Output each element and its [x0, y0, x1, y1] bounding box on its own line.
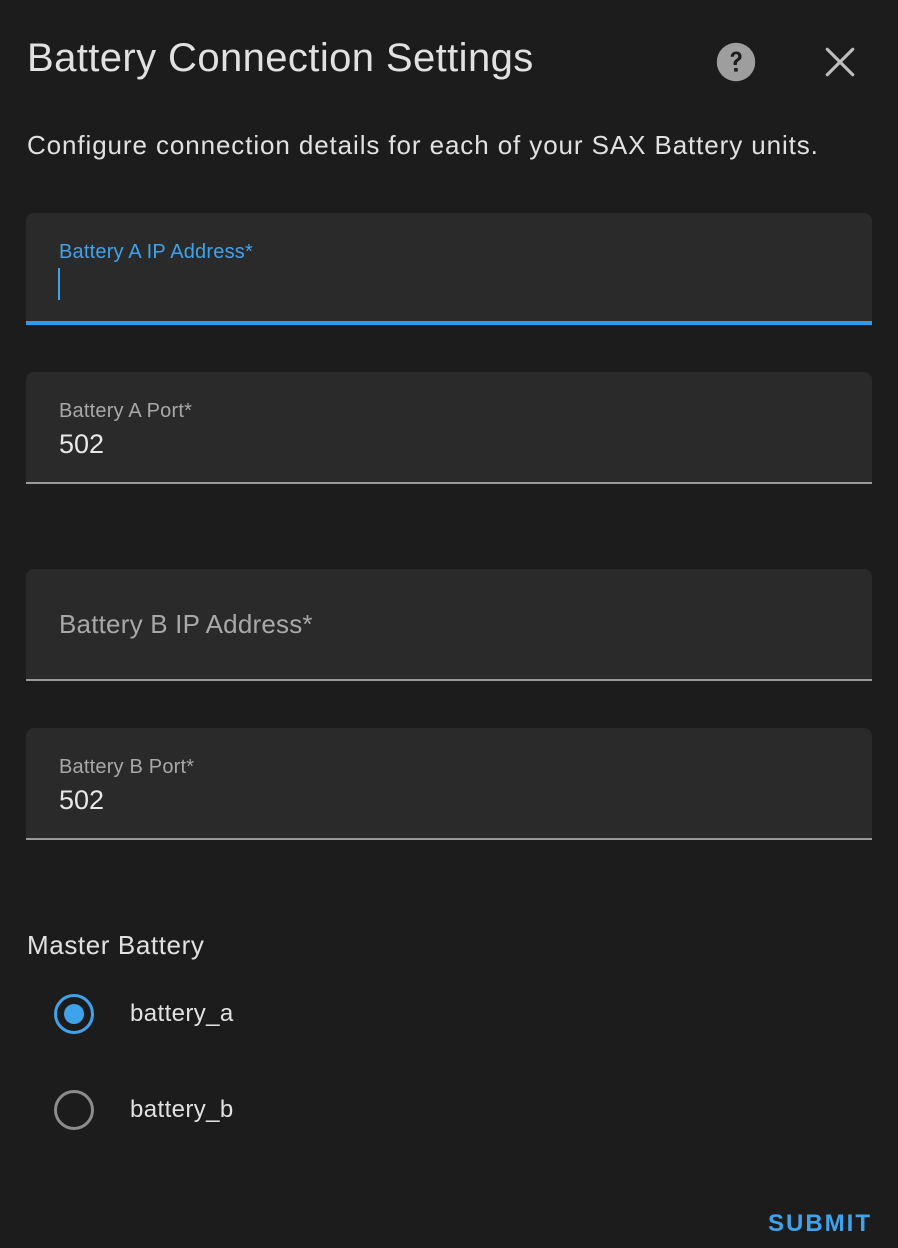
- battery-a-ip-label: Battery A IP Address*: [59, 241, 253, 263]
- radio-option-battery-b[interactable]: battery_b: [50, 1086, 234, 1134]
- battery-a-port-value: 502: [59, 429, 105, 459]
- battery-a-ip-field[interactable]: Battery A IP Address*: [26, 213, 872, 325]
- battery-b-port-label: Battery B Port*: [59, 756, 195, 778]
- close-button[interactable]: [812, 34, 868, 90]
- submit-button[interactable]: SUBMIT: [768, 1206, 872, 1242]
- battery-settings-dialog: Battery Connection Settings Configure co…: [0, 0, 898, 1248]
- close-icon: [825, 47, 855, 77]
- radio-button-unchecked[interactable]: [54, 1090, 94, 1130]
- battery-b-port-field[interactable]: Battery B Port* 502: [26, 728, 872, 840]
- master-battery-label: Master Battery: [27, 930, 205, 960]
- radio-option-battery-a[interactable]: battery_a: [50, 990, 234, 1038]
- battery-b-ip-label: Battery B IP Address*: [59, 609, 313, 639]
- text-caret: [58, 268, 60, 300]
- battery-b-port-value: 502: [59, 785, 105, 815]
- battery-a-port-field[interactable]: Battery A Port* 502: [26, 372, 872, 484]
- dialog-title: Battery Connection Settings: [27, 36, 534, 80]
- battery-b-ip-field[interactable]: Battery B IP Address*: [26, 569, 872, 681]
- help-circle-icon: [716, 42, 756, 82]
- battery-a-port-label: Battery A Port*: [59, 400, 193, 422]
- radio-button-checked[interactable]: [54, 994, 94, 1034]
- radio-option-label: battery_b: [130, 1096, 234, 1123]
- help-button[interactable]: [708, 34, 764, 90]
- dialog-description: Configure connection details for each of…: [27, 130, 819, 160]
- radio-option-label: battery_a: [130, 1000, 234, 1027]
